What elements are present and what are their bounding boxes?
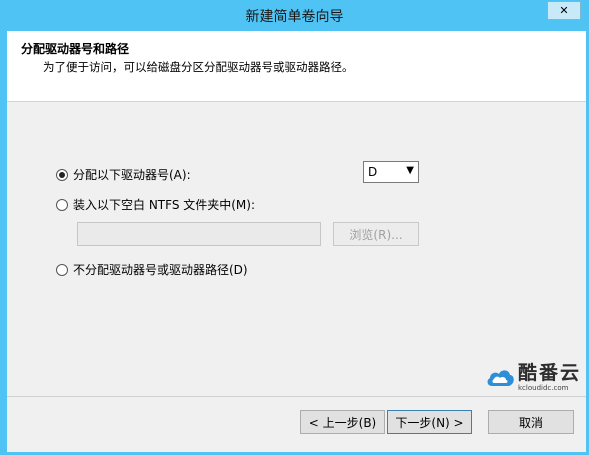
assign-letter-option[interactable]: 分配以下驱动器号(A): — [56, 166, 191, 183]
mount-folder-radio[interactable] — [56, 198, 68, 211]
folder-path-input[interactable] — [77, 222, 321, 246]
no-letter-option[interactable]: 不分配驱动器号或驱动器路径(D) — [56, 261, 248, 278]
browse-button[interactable]: 浏览(R)... — [333, 222, 419, 246]
watermark: 酷番云 kcloudidc.com — [485, 364, 581, 392]
mount-folder-label: 装入以下空白 NTFS 文件夹中(M): — [73, 198, 256, 212]
close-icon: ✕ — [559, 4, 569, 17]
watermark-brand: 酷番云 — [518, 362, 582, 384]
assign-letter-radio[interactable] — [56, 168, 68, 181]
no-letter-radio[interactable] — [56, 263, 68, 276]
drive-letter-select[interactable]: D ▼ — [363, 161, 419, 183]
cloud-logo-icon — [487, 370, 514, 386]
page-title: 分配驱动器号和路径 — [21, 42, 130, 56]
cancel-button[interactable]: 取消 — [488, 410, 574, 434]
wizard-header: 分配驱动器号和路径 为了便于访问，可以给磁盘分区分配驱动器号或驱动器路径。 — [7, 31, 586, 102]
watermark-domain: kcloudidc.com — [518, 384, 569, 392]
drive-letter-value: D — [368, 165, 378, 179]
mount-folder-option[interactable]: 装入以下空白 NTFS 文件夹中(M): — [56, 196, 255, 213]
wizard-window: 新建简单卷向导 ✕ 分配驱动器号和路径 为了便于访问，可以给磁盘分区分配驱动器号… — [0, 0, 589, 455]
window-title: 新建简单卷向导 — [245, 9, 344, 25]
assign-letter-label: 分配以下驱动器号(A): — [73, 168, 191, 182]
close-button[interactable]: ✕ — [547, 1, 581, 20]
wizard-client-area: 分配驱动器号和路径 为了便于访问，可以给磁盘分区分配驱动器号或驱动器路径。 分配… — [7, 31, 586, 452]
chevron-down-icon: ▼ — [406, 165, 414, 176]
no-letter-label: 不分配驱动器号或驱动器路径(D) — [73, 263, 248, 277]
title-bar[interactable]: 新建简单卷向导 ✕ — [0, 0, 589, 31]
footer-divider — [7, 396, 586, 397]
next-button[interactable]: 下一步(N) > — [387, 410, 472, 434]
back-button[interactable]: < 上一步(B) — [300, 410, 385, 434]
page-subtitle: 为了便于访问，可以给磁盘分区分配驱动器号或驱动器路径。 — [43, 60, 354, 74]
